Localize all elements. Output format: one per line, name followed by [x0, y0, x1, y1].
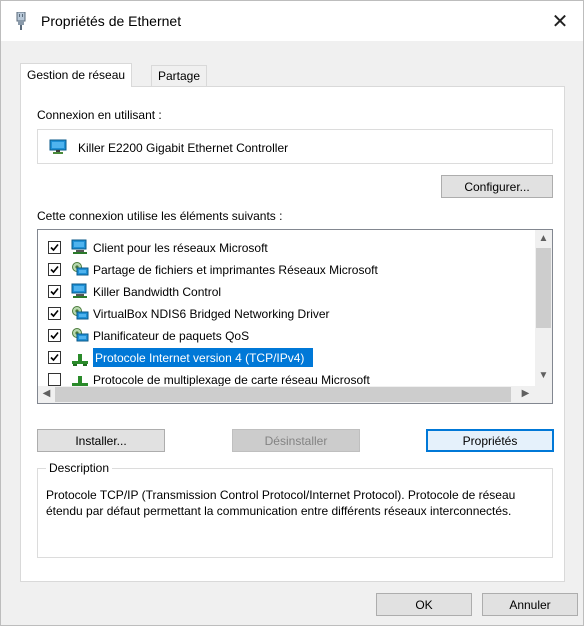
checkmark-icon	[50, 309, 59, 318]
checkbox[interactable]	[48, 351, 61, 364]
horizontal-scrollbar[interactable]: ◀ ▶	[38, 386, 535, 403]
window-title: Propriétés de Ethernet	[41, 13, 182, 29]
components-list[interactable]: Client pour les réseaux Microsoft Partag…	[37, 229, 553, 404]
checkmark-icon	[50, 287, 59, 296]
tab-gestion-de-reseau[interactable]: Gestion de réseau	[20, 63, 133, 87]
adapter-field: Killer E2200 Gigabit Ethernet Controller	[37, 129, 553, 164]
configure-button-label: Configurer...	[464, 179, 530, 194]
checkbox[interactable]	[48, 263, 61, 276]
ok-button[interactable]: OK	[376, 593, 472, 616]
uninstall-button[interactable]: Désinstaller	[232, 429, 360, 452]
service-icon	[72, 306, 89, 320]
checkmark-icon	[50, 265, 59, 274]
list-item-label: VirtualBox NDIS6 Bridged Networking Driv…	[93, 307, 330, 321]
network-client-icon	[71, 239, 87, 254]
close-icon: ✕	[551, 10, 569, 33]
vertical-scroll-thumb[interactable]	[536, 248, 551, 328]
scroll-left-icon[interactable]: ◀	[38, 388, 55, 399]
network-client-icon	[71, 283, 87, 298]
scroll-down-icon[interactable]: ▼	[535, 370, 552, 381]
checkbox[interactable]	[48, 329, 61, 342]
list-item-label: Partage de fichiers et imprimantes Résea…	[93, 263, 378, 277]
cancel-button[interactable]: Annuler	[482, 593, 578, 616]
checkbox[interactable]	[48, 285, 61, 298]
list-item-label: Planificateur de paquets QoS	[93, 329, 250, 343]
list-item-label: Protocole Internet version 4 (TCP/IPv4)	[95, 351, 305, 365]
description-group: Description Protocole TCP/IP (Transmissi…	[37, 461, 553, 558]
checkbox[interactable]	[48, 373, 61, 386]
adapter-name: Killer E2200 Gigabit Ethernet Controller	[78, 141, 289, 155]
list-item[interactable]: Client pour les réseaux Microsoft	[38, 237, 535, 259]
vertical-scrollbar[interactable]: ▲ ▼	[535, 230, 552, 386]
properties-button[interactable]: Propriétés	[426, 429, 554, 452]
list-item[interactable]: Killer Bandwidth Control	[38, 281, 535, 303]
cancel-button-label: Annuler	[509, 597, 551, 612]
checkmark-icon	[50, 243, 59, 252]
service-icon	[72, 328, 89, 342]
uninstall-button-label: Désinstaller	[264, 433, 328, 448]
install-button-label: Installer...	[75, 433, 127, 448]
list-item[interactable]: VirtualBox NDIS6 Bridged Networking Driv…	[38, 303, 535, 325]
configure-button[interactable]: Configurer...	[441, 175, 553, 198]
ok-button-label: OK	[415, 597, 433, 612]
ethernet-properties-dialog: Propriétés de Ethernet ✕ Gestion de rése…	[0, 0, 584, 626]
components-label: Cette connexion utilise les éléments sui…	[37, 209, 283, 223]
checkbox[interactable]	[48, 241, 61, 254]
list-item-selected[interactable]: Protocole Internet version 4 (TCP/IPv4)	[38, 347, 535, 369]
connection-label: Connexion en utilisant :	[37, 108, 162, 122]
scroll-right-icon[interactable]: ▶	[517, 388, 534, 399]
tab-partage[interactable]: Partage	[151, 65, 208, 87]
service-icon	[72, 262, 89, 276]
tab-panel: Connexion en utilisant : Killer E2200 Gi…	[20, 86, 565, 582]
scroll-corner	[535, 386, 552, 403]
list-item[interactable]: Planificateur de paquets QoS	[38, 325, 535, 347]
checkmark-icon	[50, 353, 59, 362]
list-item[interactable]: Partage de fichiers et imprimantes Résea…	[38, 259, 535, 281]
list-item-label: Protocole de multiplexage de carte résea…	[93, 373, 370, 387]
network-adapter-icon	[49, 139, 67, 154]
title-bar: Propriétés de Ethernet ✕	[1, 1, 583, 41]
protocol-icon	[72, 354, 88, 366]
description-text: Protocole TCP/IP (Transmission Control P…	[46, 488, 516, 518]
list-item-label: Client pour les réseaux Microsoft	[93, 241, 268, 255]
checkbox[interactable]	[48, 307, 61, 320]
horizontal-scroll-thumb[interactable]	[55, 387, 511, 402]
install-button[interactable]: Installer...	[37, 429, 165, 452]
description-legend: Description	[46, 461, 113, 475]
scroll-up-icon[interactable]: ▲	[535, 233, 552, 244]
properties-button-label: Propriétés	[462, 433, 518, 448]
list-item-label: Killer Bandwidth Control	[93, 285, 222, 299]
close-button[interactable]: ✕	[537, 1, 583, 41]
ethernet-icon	[16, 12, 26, 30]
checkmark-icon	[50, 331, 59, 340]
